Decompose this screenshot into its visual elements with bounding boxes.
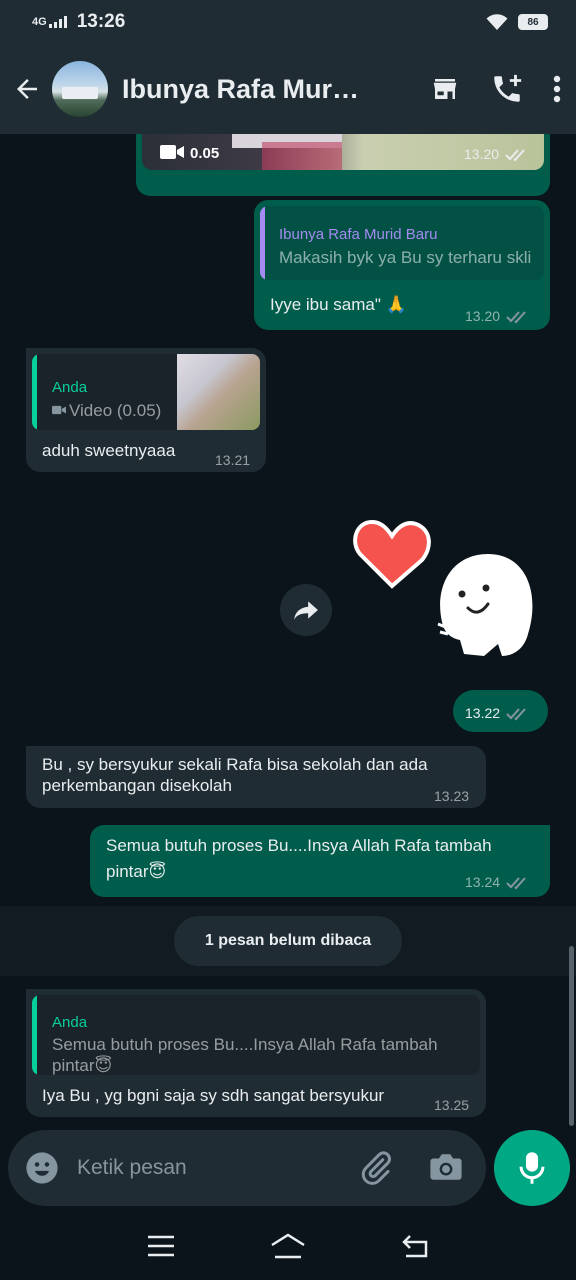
quoted-sender: Anda — [52, 379, 88, 396]
message-bubble-outgoing[interactable]: Semua butuh proses Bu....Insya Allah Raf… — [90, 825, 550, 897]
wifi-icon — [486, 14, 508, 30]
contact-name[interactable]: Ibunya Rafa Murid Baru — [122, 74, 366, 105]
signal-icon — [48, 16, 67, 28]
chat-area[interactable]: 0.05 13.20 Ibunya Rafa Murid Baru Makasi… — [0, 134, 576, 1130]
quoted-message[interactable]: Anda Semua butuh proses Bu....Insya Alla… — [32, 995, 480, 1075]
nav-menu-icon[interactable] — [146, 1234, 176, 1258]
quoted-text: Makasih byk ya Bu sy terharu skli — [279, 248, 532, 267]
double-check-icon — [506, 310, 526, 323]
double-check-icon — [505, 148, 525, 161]
message-bubble-outgoing[interactable]: Ibunya Rafa Murid Baru Makasih byk ya Bu… — [254, 200, 550, 330]
composer: Ketik pesan — [0, 1130, 576, 1212]
message-text: Bu , sy bersyukur sekali Rafa bisa sekol… — [42, 755, 428, 795]
chat-header: Ibunya Rafa Murid Baru — [0, 44, 576, 134]
video-duration: 0.05 — [190, 145, 220, 162]
message-bubble-incoming[interactable]: Anda Semua butuh proses Bu....Insya Alla… — [26, 989, 486, 1117]
quoted-sender: Ibunya Rafa Murid Baru — [279, 226, 438, 243]
battery-indicator: 86 — [518, 14, 548, 30]
emoji-icon[interactable] — [25, 1151, 59, 1185]
nav-back-icon[interactable] — [400, 1233, 430, 1259]
message-time: 13.20 — [464, 144, 529, 165]
store-icon[interactable] — [428, 74, 462, 104]
message-time: 13.23 — [434, 788, 470, 804]
message-input[interactable]: Ketik pesan — [8, 1130, 486, 1206]
message-time: 13.24 — [465, 872, 530, 893]
unread-messages-badge: 1 pesan belum dibaca — [174, 916, 402, 966]
forward-button[interactable] — [280, 584, 332, 636]
status-bar: 4G 13:26 86 — [0, 0, 576, 44]
message-time: 13.22 — [465, 703, 530, 724]
video-camera-icon — [160, 145, 184, 159]
status-time: 13:26 — [76, 11, 126, 32]
add-call-icon[interactable] — [490, 72, 524, 106]
camera-icon[interactable] — [429, 1151, 463, 1183]
message-bubble-incoming[interactable]: Bu , sy bersyukur sekali Rafa bisa sekol… — [26, 746, 486, 808]
sticker-time-badge: 13.22 — [453, 690, 548, 732]
nav-home-icon[interactable] — [269, 1232, 307, 1260]
message-time: 13.20 — [465, 306, 530, 327]
message-text: Iya Bu , yg bgni saja sy sdh sangat bers… — [42, 1086, 385, 1105]
double-check-icon — [506, 707, 526, 720]
video-message[interactable]: 0.05 13.20 — [136, 134, 550, 196]
message-bubble-incoming[interactable]: Anda Video (0.05) aduh sweetnyaaa 13.21 — [26, 348, 266, 472]
sticker[interactable] — [352, 516, 548, 666]
message-time: 13.25 — [434, 1097, 470, 1113]
quoted-sender: Anda — [52, 1014, 88, 1031]
attach-icon[interactable] — [358, 1150, 394, 1186]
quoted-text: Video (0.05) — [69, 401, 162, 420]
network-type: 4G — [32, 15, 47, 28]
forward-icon — [294, 601, 318, 620]
scrollbar[interactable] — [569, 946, 574, 1126]
video-camera-icon — [52, 405, 66, 415]
message-time: 13.21 — [215, 452, 251, 468]
quoted-video-thumbnail — [177, 354, 260, 430]
voice-record-button[interactable] — [494, 1130, 570, 1206]
system-navigation-bar — [0, 1212, 576, 1280]
back-button[interactable] — [2, 44, 52, 134]
back-arrow-icon — [17, 79, 37, 99]
more-vertical-icon[interactable] — [552, 74, 562, 104]
quoted-message[interactable]: Anda Video (0.05) — [32, 354, 260, 430]
quoted-text: Semua butuh proses Bu....Insya Allah Raf… — [52, 1035, 438, 1075]
message-input-placeholder: Ketik pesan — [77, 1156, 187, 1179]
quoted-message[interactable]: Ibunya Rafa Murid Baru Makasih byk ya Bu… — [260, 206, 544, 280]
mic-icon — [519, 1152, 545, 1184]
avatar[interactable] — [52, 61, 108, 117]
message-text: Semua butuh proses Bu....Insya Allah Raf… — [106, 836, 492, 881]
double-check-icon — [506, 876, 526, 889]
message-text: aduh sweetnyaaa — [42, 441, 176, 460]
message-text: Iyye ibu sama" 🙏 — [270, 295, 407, 314]
